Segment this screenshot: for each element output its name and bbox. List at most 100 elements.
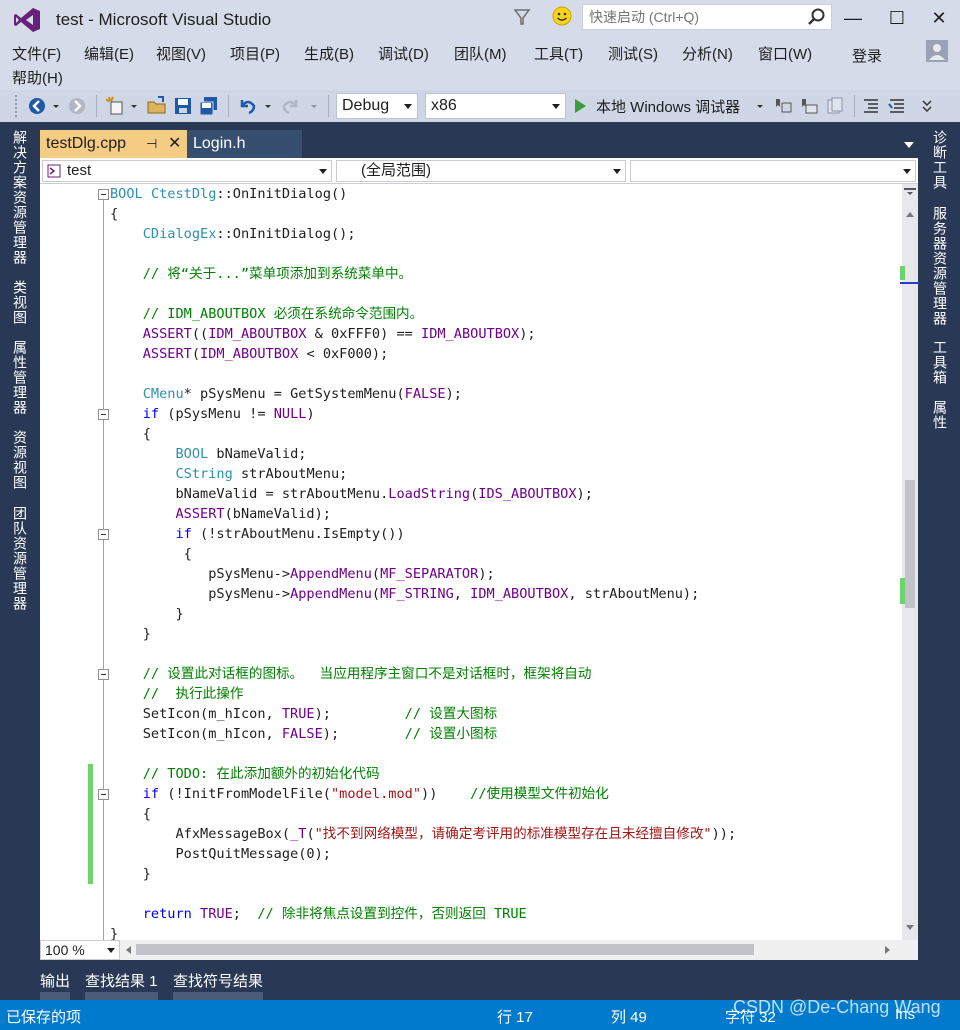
scrollbar-thumb[interactable] (905, 480, 915, 608)
toolbar-separator (228, 95, 229, 117)
notification-flag-icon[interactable] (512, 6, 532, 28)
navigate-forward-icon[interactable] (66, 95, 88, 117)
toggle-bookmark-icon[interactable] (772, 95, 794, 117)
tab-output[interactable]: 输出 (38, 970, 72, 991)
save-icon[interactable] (172, 95, 194, 117)
project-select[interactable]: test (42, 160, 332, 182)
code-editor[interactable]: BOOL CtestDlg::OnInitDialog() { CDialogE… (40, 184, 902, 940)
tab-testdlg-cpp[interactable]: testDlg.cpp ⊣ ✕ (40, 130, 187, 158)
save-all-icon[interactable] (198, 95, 220, 117)
code-line: if (pSysMenu != NULL) (142, 406, 315, 422)
search-icon[interactable] (805, 6, 827, 28)
close-window-button[interactable]: ✕ (922, 4, 956, 32)
toolbar-grip[interactable] (14, 94, 18, 118)
code-line: } (110, 606, 184, 622)
split-window-icon[interactable] (903, 186, 917, 196)
code-line: // 设置此对话框的图标。 当应用程序主窗口不是对话框时，框架将自动 (142, 666, 592, 682)
collapse-icon[interactable] (98, 789, 109, 800)
bookmark-next-icon[interactable] (824, 95, 846, 117)
tab-find-symbol-results[interactable]: 查找符号结果 (171, 970, 265, 991)
menu-analyze[interactable]: 分析(N) (682, 43, 733, 64)
code-line: { (110, 806, 151, 822)
chevron-down-icon[interactable] (128, 95, 140, 117)
tab-dropdown-icon[interactable] (904, 142, 914, 148)
play-icon (575, 99, 586, 113)
maximize-button[interactable]: ☐ (880, 4, 914, 32)
minimize-button[interactable]: — (836, 4, 870, 32)
login-link[interactable]: 登录 (852, 45, 882, 66)
undo-icon[interactable] (236, 95, 258, 117)
chevron-down-icon[interactable] (754, 95, 766, 117)
redo-icon[interactable] (280, 95, 302, 117)
chevron-down-icon (552, 104, 560, 109)
solution-platform-select[interactable]: x86 (425, 93, 566, 119)
comment-lines-icon[interactable] (860, 95, 882, 117)
vertical-scrollbar[interactable] (902, 184, 918, 940)
menu-tools[interactable]: 工具(T) (534, 43, 583, 64)
code-line: ASSERT(bNameValid); (175, 506, 331, 522)
chevron-down-icon[interactable] (308, 95, 320, 117)
tab-find-results-1[interactable]: 查找结果 1 (83, 970, 160, 991)
toolbar-separator (96, 95, 97, 117)
menu-test[interactable]: 测试(S) (608, 43, 658, 64)
code-line: // 执行此操作 (142, 686, 244, 702)
solution-configuration-select[interactable]: Debug (336, 93, 418, 119)
scroll-up-icon[interactable] (904, 210, 916, 220)
code-line: CDialogEx::OnInitDialog(); (142, 226, 356, 242)
code-line: BOOL bNameValid; (175, 446, 307, 462)
feedback-smiley-icon[interactable] (551, 5, 573, 27)
left-tool-window-strip: 解决方案资源管理器 类视图 属性管理器 资源视图 团队资源管理器 (0, 122, 36, 962)
tab-login-h[interactable]: Login.h (187, 130, 302, 158)
chevron-down-icon[interactable] (262, 95, 274, 117)
class-view-tab[interactable]: 类视图 (10, 280, 30, 325)
collapse-icon[interactable] (98, 669, 109, 680)
zoom-select[interactable]: 100 % (40, 940, 120, 960)
chevron-down-icon (613, 169, 621, 174)
quick-launch-box[interactable] (582, 4, 832, 30)
diagnostic-tools-tab[interactable]: 诊断工具 (930, 130, 950, 190)
team-explorer-tab[interactable]: 团队资源管理器 (10, 506, 30, 611)
menu-help[interactable]: 帮助(H) (12, 67, 63, 88)
menu-debug[interactable]: 调试(D) (378, 43, 429, 64)
chevron-down-icon (903, 169, 911, 174)
menu-edit[interactable]: 编辑(E) (84, 43, 134, 64)
close-icon[interactable]: ✕ (168, 130, 181, 158)
member-select[interactable] (630, 160, 916, 182)
collapse-icon[interactable] (98, 529, 109, 540)
solution-explorer-tab[interactable]: 解决方案资源管理器 (10, 130, 30, 265)
toolbar-separator (328, 95, 329, 117)
menu-project[interactable]: 项目(P) (230, 43, 280, 64)
project-name: test (67, 162, 92, 179)
scroll-down-icon[interactable] (904, 922, 916, 932)
quick-launch-input[interactable] (583, 9, 803, 25)
code-line: BOOL CtestDlg::OnInitDialog() (110, 186, 348, 202)
account-avatar-icon[interactable] (926, 40, 948, 62)
collapse-icon[interactable] (98, 189, 109, 200)
resource-view-tab[interactable]: 资源视图 (10, 430, 30, 490)
property-manager-tab[interactable]: 属性管理器 (10, 340, 30, 415)
scope-select[interactable]: (全局范围) (336, 160, 626, 182)
start-debugging-button[interactable]: 本地 Windows 调试器 (575, 94, 740, 118)
menu-view[interactable]: 视图(V) (156, 43, 206, 64)
bookmark-previous-icon[interactable] (798, 95, 820, 117)
menu-window[interactable]: 窗口(W) (758, 43, 812, 64)
uncomment-lines-icon[interactable] (886, 95, 908, 117)
pin-icon[interactable]: ⊣ (146, 130, 157, 158)
navigate-back-icon[interactable] (26, 95, 48, 117)
scroll-left-icon[interactable] (124, 944, 134, 956)
menu-build[interactable]: 生成(B) (304, 43, 354, 64)
properties-tab[interactable]: 属性 (930, 400, 950, 430)
scroll-right-icon[interactable] (882, 944, 892, 956)
server-explorer-tab[interactable]: 服务器资源管理器 (930, 206, 950, 326)
code-line: } (110, 866, 151, 882)
menu-team[interactable]: 团队(M) (454, 43, 507, 64)
toolbar-overflow-icon[interactable] (920, 95, 934, 117)
collapse-icon[interactable] (98, 409, 109, 420)
open-file-icon[interactable] (146, 95, 168, 117)
menu-file[interactable]: 文件(F) (12, 43, 61, 64)
new-project-icon[interactable] (104, 95, 126, 117)
toolbox-tab[interactable]: 工具箱 (930, 340, 950, 385)
chevron-down-icon[interactable] (50, 95, 62, 117)
toolbar-separator (854, 95, 855, 117)
horizontal-scrollbar-thumb[interactable] (136, 944, 754, 955)
